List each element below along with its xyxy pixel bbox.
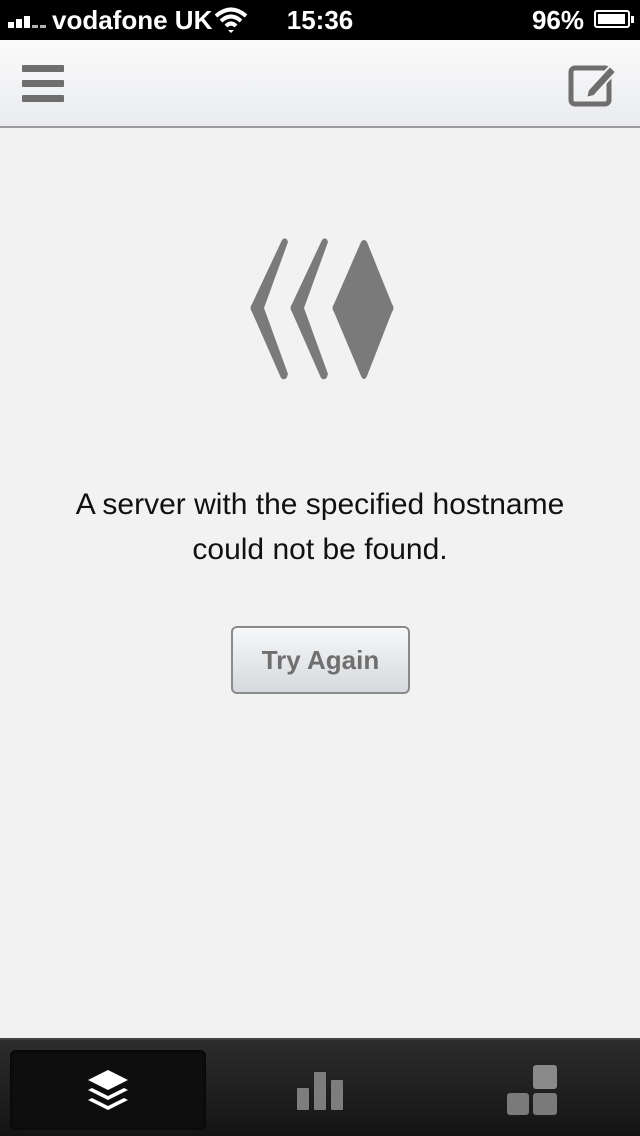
status-bar: vodafone UK 15:36 96% bbox=[0, 0, 640, 40]
tab-accounts[interactable] bbox=[434, 1050, 630, 1130]
blocks-icon bbox=[507, 1065, 557, 1115]
hamburger-menu-icon[interactable] bbox=[22, 62, 66, 106]
tab-analytics[interactable] bbox=[222, 1050, 418, 1130]
battery-percent: 96% bbox=[531, 5, 584, 35]
tab-updates[interactable] bbox=[10, 1050, 206, 1130]
bar-chart-icon bbox=[297, 1072, 343, 1110]
error-message: A server with the specified hostname cou… bbox=[75, 488, 565, 566]
battery-icon bbox=[594, 10, 634, 28]
navigation-bar bbox=[0, 40, 640, 128]
buffer-logo-icon bbox=[250, 238, 394, 380]
tab-bar bbox=[0, 1038, 640, 1136]
layers-icon bbox=[88, 1070, 128, 1110]
try-again-button[interactable]: Try Again bbox=[231, 626, 410, 694]
compose-icon[interactable] bbox=[568, 60, 620, 108]
